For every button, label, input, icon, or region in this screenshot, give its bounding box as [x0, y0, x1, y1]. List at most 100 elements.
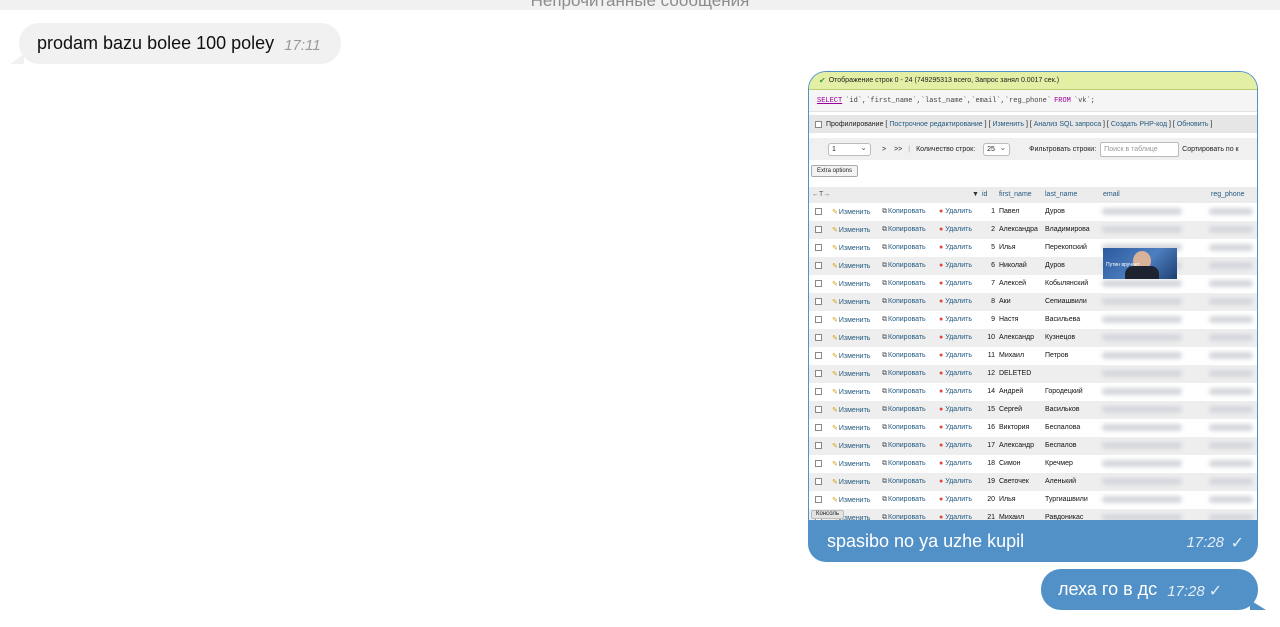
- copy-link: Копировать: [882, 352, 926, 360]
- copy-link: Копировать: [882, 262, 926, 270]
- edit-link: Изменить: [832, 244, 871, 252]
- row-checkbox: [815, 298, 822, 305]
- cell-last-name: Кречмер: [1045, 460, 1073, 467]
- cell-email-redacted: [1102, 406, 1182, 413]
- table-row: Изменить Копировать Удалить 1 Павел Дуров: [809, 203, 1257, 221]
- cell-email-redacted: [1102, 424, 1182, 431]
- message-text: леха го в дс: [1058, 579, 1158, 599]
- row-checkbox: [815, 262, 822, 269]
- cell-id: 19: [987, 478, 995, 485]
- table-row: ИзменитьКопироватьУдалить21МихаилРавдони…: [809, 509, 1257, 520]
- cell-first-name: Андрей: [999, 388, 1024, 395]
- copy-link: Копировать: [882, 442, 926, 450]
- edit-link: Изменить: [832, 208, 871, 216]
- edit-link: Изменить: [832, 298, 871, 306]
- cell-email-redacted: [1102, 478, 1182, 485]
- cell-email-redacted: [1102, 460, 1182, 467]
- sql-query: SELECT `id`,`first_name`,`last_name`,`em…: [809, 90, 1257, 112]
- attached-screenshot[interactable]: ✔ Отображение строк 0 - 24 (749295313 вс…: [809, 72, 1257, 520]
- row-checkbox: [815, 316, 822, 323]
- cell-id: 15: [987, 406, 995, 413]
- cell-last-name: Городецкий: [1045, 388, 1083, 395]
- edit-link: Изменить: [832, 316, 871, 324]
- cell-last-name: Беспалова: [1045, 424, 1081, 431]
- cell-email-redacted: [1102, 208, 1182, 215]
- table-body: ИзменитьКопироватьУдалить1ПавелДуровИзме…: [809, 203, 1257, 520]
- delete-link: Удалить: [939, 442, 972, 449]
- photo-thumbnail: Путин вручает: [1103, 248, 1177, 279]
- table-header: ←T→ ▼ id first_name last_name email reg_…: [809, 187, 1257, 203]
- copy-link: Копировать: [882, 388, 926, 396]
- row-checkbox: [815, 226, 822, 233]
- delete-link: Удалить: [939, 370, 972, 377]
- copy-link: Копировать: [882, 316, 926, 324]
- table-row: Изменить Копировать Удалить 12 DELETED: [809, 365, 1257, 383]
- cell-phone-redacted: [1209, 262, 1253, 269]
- cell-email-redacted: [1102, 316, 1182, 323]
- cell-email-redacted: [1102, 334, 1182, 341]
- row-checkbox: [815, 496, 822, 503]
- edit-link: Изменить: [832, 424, 871, 432]
- cell-phone-redacted: [1209, 280, 1253, 287]
- cell-first-name: Виктория: [999, 424, 1030, 431]
- cell-first-name: DELETED: [999, 370, 1032, 377]
- analyze-link: Анализ SQL запроса: [1033, 120, 1102, 128]
- row-checkbox: [815, 406, 822, 413]
- chat-window: Непрочитанные сообщения prodam bazu bole…: [0, 0, 1280, 627]
- copy-link: Копировать: [882, 514, 926, 520]
- last-page: >>: [894, 145, 903, 153]
- message-time: 17:28: [1167, 583, 1205, 600]
- delete-link: Удалить: [939, 280, 972, 287]
- bubble-tail: [10, 54, 24, 64]
- cell-first-name: Аки: [999, 298, 1011, 305]
- cell-last-name: Владимирова: [1045, 226, 1090, 233]
- read-check-icon: ✓: [1208, 582, 1223, 600]
- row-checkbox: [815, 424, 822, 431]
- sql-table: `vk`;: [1073, 96, 1095, 105]
- cell-phone-redacted: [1209, 370, 1253, 377]
- photo-caption: spasibo no ya uzhe kupil: [827, 531, 1025, 551]
- outgoing-message[interactable]: леха го в дс 17:28 ✓: [1041, 569, 1266, 610]
- cell-first-name: Сергей: [999, 406, 1023, 413]
- cell-last-name: Дуров: [1045, 262, 1065, 269]
- delete-link: Удалить: [939, 496, 972, 503]
- cell-phone-redacted: [1209, 352, 1253, 359]
- copy-link: Копировать: [882, 226, 926, 234]
- table-row: Изменить Копировать Удалить 14 Андрей Городец…: [809, 383, 1257, 401]
- cell-last-name: Дуров: [1045, 208, 1065, 215]
- cell-id: 12: [987, 370, 995, 377]
- incoming-message[interactable]: prodam bazu bolee 100 poley 17:11: [10, 23, 341, 64]
- table-row: Изменить Копировать Удалить 16 Виктория Беспа…: [809, 419, 1257, 437]
- cell-id: 20: [987, 496, 995, 503]
- cell-id: 11: [987, 352, 995, 359]
- outgoing-photo-message[interactable]: ✔ Отображение строк 0 - 24 (749295313 вс…: [808, 71, 1258, 562]
- table-row: Изменить Копировать Удалить 7 Алексей Кобылян…: [809, 275, 1257, 293]
- delete-link: Удалить: [939, 316, 972, 323]
- cell-phone-redacted: [1209, 334, 1253, 341]
- profiling-checkbox: [815, 120, 822, 128]
- copy-link: Копировать: [882, 478, 926, 486]
- delete-link: Удалить: [939, 478, 972, 485]
- edit-link: Изменить: [832, 406, 871, 414]
- cell-last-name: Васильков: [1045, 406, 1080, 413]
- cell-phone-redacted: [1209, 298, 1253, 305]
- inline-edit-link: Построчное редактирование: [889, 120, 983, 128]
- delete-link: Удалить: [939, 208, 972, 215]
- delete-link: Удалить: [939, 244, 972, 251]
- row-checkbox: [815, 334, 822, 341]
- table-row: Изменить Копировать Удалить 5 Илья Перекопски…: [809, 239, 1257, 257]
- cell-email-redacted: [1102, 280, 1182, 287]
- row-checkbox: [815, 280, 822, 287]
- cell-first-name: Илья: [999, 496, 1016, 503]
- edit-link: Изменить: [832, 352, 871, 360]
- delete-link: Удалить: [939, 334, 972, 341]
- cell-id: 2: [991, 226, 995, 233]
- row-checkbox: [815, 442, 822, 449]
- cell-first-name: Алексей: [999, 280, 1027, 287]
- cell-last-name: Кобылянский: [1045, 280, 1089, 287]
- next-page: >: [882, 145, 887, 153]
- edit-link: Изменить: [832, 280, 871, 288]
- cell-email-redacted: [1102, 298, 1182, 305]
- cell-id: 8: [991, 298, 995, 305]
- cell-last-name: Равдоникас: [1045, 514, 1084, 520]
